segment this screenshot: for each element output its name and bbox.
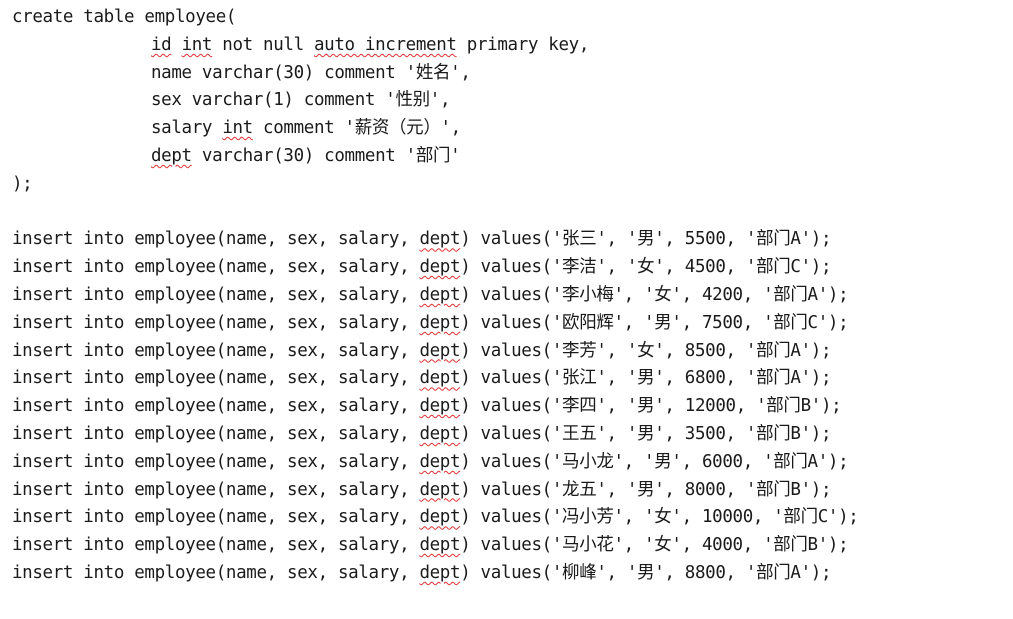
insert-values: ) values('李洁', '女', 4500, '部门C'); — [460, 257, 832, 278]
insert-statement: insert into employee(name, sex, salary, … — [12, 282, 1007, 310]
insert-dept-column: dept — [419, 368, 461, 389]
insert-statements: insert into employee(name, sex, salary, … — [12, 226, 1007, 587]
insert-prefix: insert into employee(name, sex, salary, — [12, 368, 420, 389]
insert-dept-column: dept — [419, 312, 461, 333]
column-id-type: int — [181, 34, 213, 55]
insert-statement: insert into employee(name, sex, salary, … — [12, 449, 1007, 477]
column-def-name: name varchar(30) comment '姓名', — [151, 62, 471, 83]
column-def-salary: salary int comment '薪资（元）', — [12, 115, 1007, 143]
insert-statement: insert into employee(name, sex, salary, … — [12, 421, 1007, 449]
insert-dept-column: dept — [419, 340, 461, 361]
insert-statement: insert into employee(name, sex, salary, … — [12, 393, 1007, 421]
insert-dept-column: dept — [419, 229, 461, 250]
insert-prefix: insert into employee(name, sex, salary, — [12, 312, 420, 333]
column-id-tail: primary key, — [456, 34, 590, 55]
create-table-header: create table employee( — [12, 7, 237, 27]
insert-prefix: insert into employee(name, sex, salary, — [12, 535, 420, 556]
insert-dept-column: dept — [419, 257, 461, 278]
column-dept-tail: varchar(30) comment '部门' — [191, 145, 461, 166]
insert-prefix: insert into employee(name, sex, salary, — [12, 229, 420, 250]
insert-dept-column: dept — [419, 396, 461, 417]
insert-statement: insert into employee(name, sex, salary, … — [12, 560, 1007, 588]
insert-values: ) values('马小花', '女', 4000, '部门B'); — [460, 535, 849, 556]
insert-prefix: insert into employee(name, sex, salary, — [12, 340, 420, 361]
column-id-constraint: not null — [212, 34, 314, 55]
column-id-space — [171, 35, 181, 55]
column-def-sex: sex varchar(1) comment '性别', — [151, 90, 451, 111]
insert-statement: insert into employee(name, sex, salary, … — [12, 532, 1007, 560]
column-salary-type: int — [222, 118, 253, 139]
insert-statement: insert into employee(name, sex, salary, … — [12, 254, 1007, 282]
insert-prefix: insert into employee(name, sex, salary, — [12, 423, 420, 444]
insert-values: ) values('欧阳辉', '男', 7500, '部门C'); — [460, 312, 849, 333]
insert-statement: insert into employee(name, sex, salary, … — [12, 365, 1007, 393]
insert-prefix: insert into employee(name, sex, salary, — [12, 479, 420, 500]
insert-values: ) values('李四', '男', 12000, '部门B'); — [460, 396, 842, 417]
column-salary-tail: comment '薪资（元）', — [252, 118, 461, 139]
insert-statement: insert into employee(name, sex, salary, … — [12, 338, 1007, 366]
insert-prefix: insert into employee(name, sex, salary, — [12, 451, 420, 472]
insert-prefix: insert into employee(name, sex, salary, — [12, 396, 420, 417]
insert-dept-column: dept — [419, 535, 461, 556]
insert-prefix: insert into employee(name, sex, salary, — [12, 284, 420, 305]
insert-values: ) values('李小梅', '女', 4200, '部门A'); — [460, 284, 849, 305]
create-table-footer: ); — [12, 173, 33, 194]
insert-statement: insert into employee(name, sex, salary, … — [12, 226, 1007, 254]
insert-statement: insert into employee(name, sex, salary, … — [12, 504, 1007, 532]
insert-values: ) values('张三', '男', 5500, '部门A'); — [460, 229, 832, 250]
insert-statement: insert into employee(name, sex, salary, … — [12, 477, 1007, 505]
insert-values: ) values('李芳', '女', 8500, '部门A'); — [460, 340, 832, 361]
column-id-auto-increment: auto increment — [313, 34, 457, 55]
column-dept-name: dept — [151, 145, 192, 166]
column-def-id: id int not null auto increment primary k… — [12, 32, 1007, 60]
insert-statement: insert into employee(name, sex, salary, … — [12, 310, 1007, 338]
insert-dept-column: dept — [419, 479, 461, 500]
insert-prefix: insert into employee(name, sex, salary, — [12, 562, 420, 583]
insert-values: ) values('龙五', '男', 8000, '部门B'); — [460, 479, 832, 500]
column-def-dept: dept varchar(30) comment '部门' — [12, 143, 1007, 171]
insert-dept-column: dept — [419, 507, 461, 528]
insert-values: ) values('王五', '男', 3500, '部门B'); — [460, 423, 832, 444]
insert-prefix: insert into employee(name, sex, salary, — [12, 507, 420, 528]
insert-prefix: insert into employee(name, sex, salary, — [12, 257, 420, 278]
insert-dept-column: dept — [419, 423, 461, 444]
column-id-name: id — [151, 34, 172, 55]
insert-dept-column: dept — [419, 284, 461, 305]
insert-values: ) values('马小龙', '男', 6000, '部门A'); — [460, 451, 849, 472]
insert-values: ) values('柳峰', '男', 8800, '部门A'); — [460, 562, 832, 583]
insert-dept-column: dept — [419, 451, 461, 472]
insert-dept-column: dept — [419, 562, 461, 583]
sql-document: create table employee( id int not null a… — [12, 4, 1007, 588]
column-salary-prefix: salary — [151, 118, 223, 139]
insert-values: ) values('冯小芳', '女', 10000, '部门C'); — [460, 507, 859, 528]
insert-values: ) values('张江', '男', 6800, '部门A'); — [460, 368, 832, 389]
